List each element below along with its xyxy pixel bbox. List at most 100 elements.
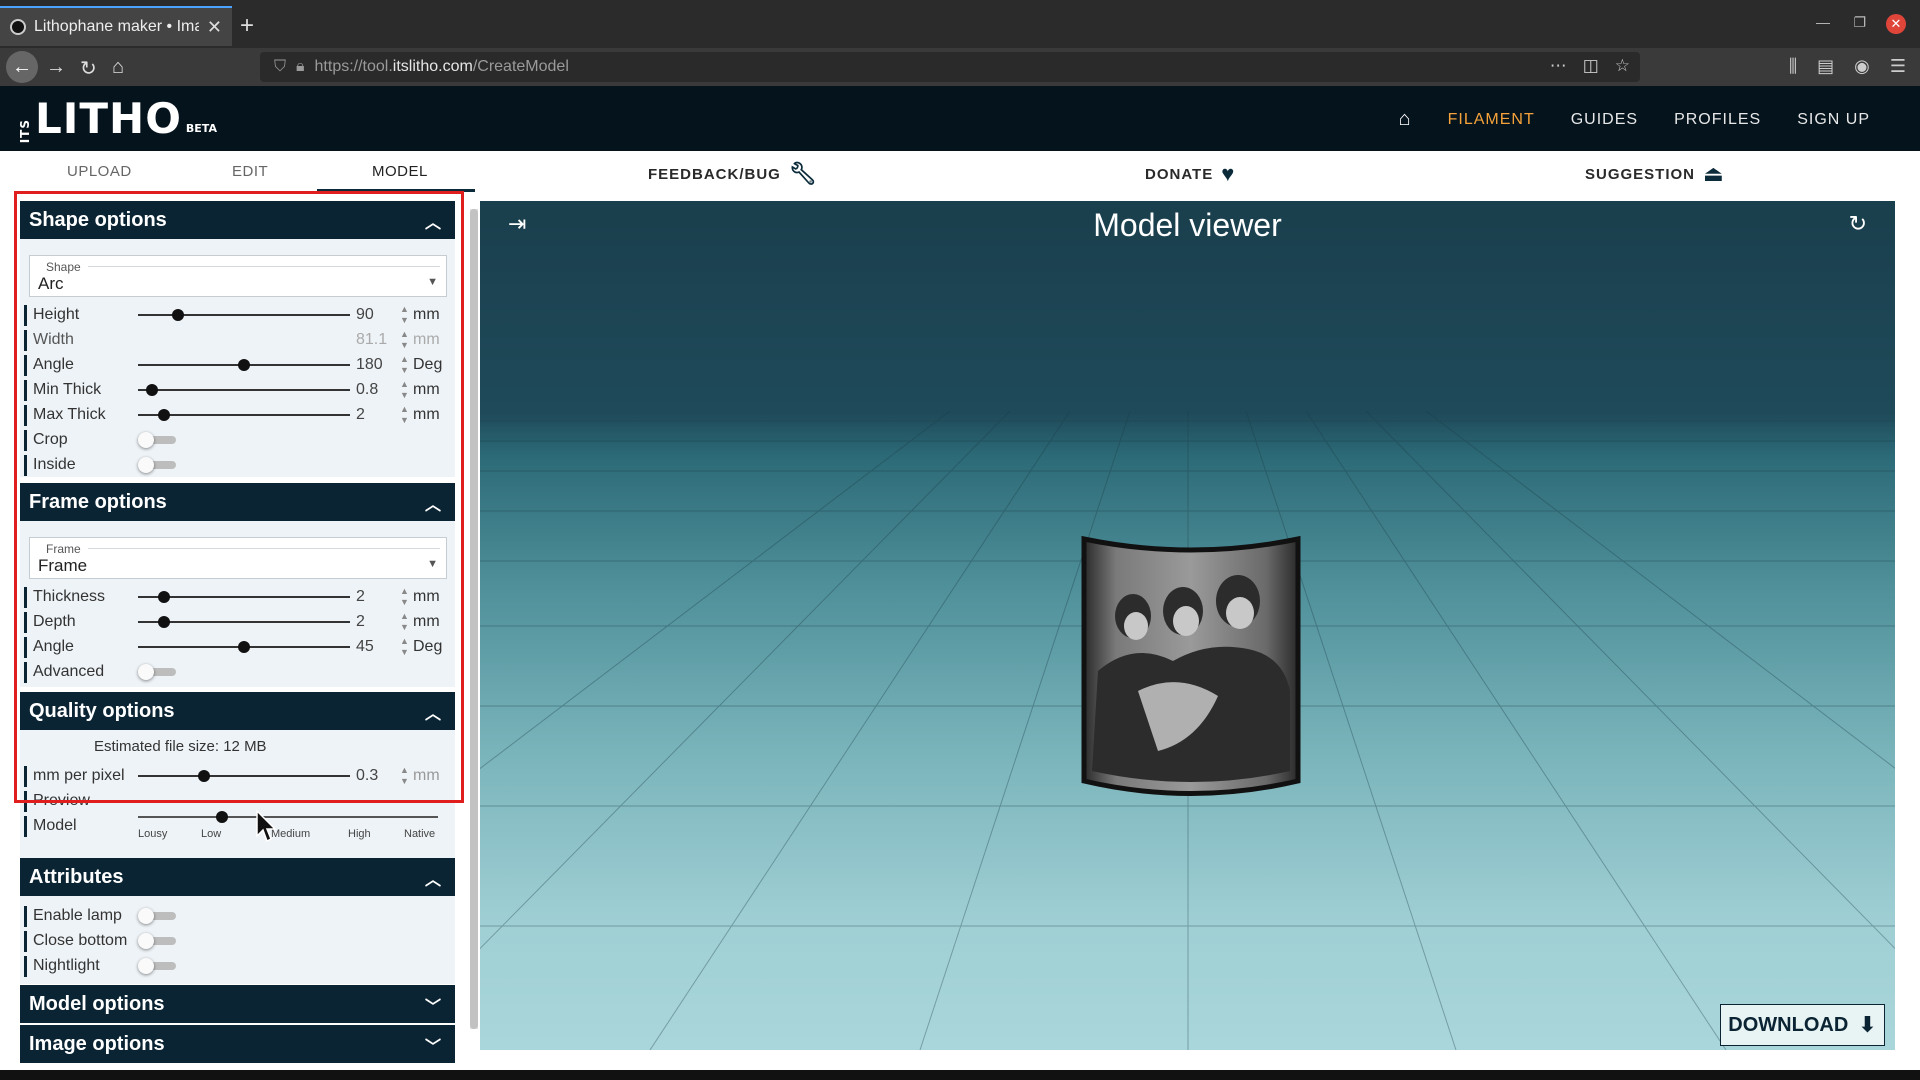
site-header: ITS LITHO BETA ⌂ FILAMENT GUIDES PROFILE… xyxy=(0,86,1920,151)
frame-thickness-spinner-icon[interactable]: ▲ ▼ xyxy=(400,586,409,608)
frame-depth-spinner-icon[interactable]: ▲ ▼ xyxy=(400,611,409,633)
home-icon[interactable]: ⌂ xyxy=(112,56,124,79)
estimated-file-size: Estimated file size: 12 MB xyxy=(94,738,267,755)
sidebar-scrollbar[interactable] xyxy=(470,209,478,1029)
bookmark-star-icon[interactable]: ☆ xyxy=(1615,56,1630,76)
frame-angle-slider[interactable] xyxy=(138,641,350,653)
quality-level-slider[interactable] xyxy=(138,811,438,823)
inside-toggle[interactable] xyxy=(138,457,178,473)
angle-input[interactable]: 180 xyxy=(356,356,383,374)
min-thick-slider[interactable] xyxy=(138,384,350,396)
sidebar-icon[interactable]: ▤ xyxy=(1817,56,1834,77)
nav-guides[interactable]: GUIDES xyxy=(1571,111,1638,129)
lithophane-model[interactable] xyxy=(1078,531,1304,806)
donate-button[interactable]: DONATE ♥ xyxy=(1145,161,1235,187)
new-tab-icon[interactable]: + xyxy=(240,12,254,40)
close-bottom-toggle[interactable] xyxy=(138,933,178,949)
min-thick-input[interactable]: 0.8 xyxy=(356,381,378,399)
enable-lamp-row: Enable lamp xyxy=(20,904,455,929)
shape-options-panel: Shape Arc ▼ Height 90 ▲ ▼ mm Width 81.1 ▲… xyxy=(20,239,455,477)
shape-select[interactable]: Shape Arc ▼ xyxy=(29,255,447,297)
nav-profiles[interactable]: PROFILES xyxy=(1674,111,1761,129)
frame-thickness-input[interactable]: 2 xyxy=(356,588,365,606)
image-options-header[interactable]: Image options ﹀ xyxy=(20,1025,455,1063)
min-thick-row: Min Thick 0.8 ▲ ▼ mm xyxy=(20,378,455,403)
tab-model[interactable]: MODEL xyxy=(372,163,428,180)
frame-depth-input[interactable]: 2 xyxy=(356,613,365,631)
url-bar[interactable]: ⛉ 🔒︎ https://tool.itslitho.com/CreateMod… xyxy=(260,52,1640,82)
browser-tab[interactable]: Lithophane maker • Image... ✕ xyxy=(0,6,232,46)
active-tab-indicator xyxy=(317,189,475,192)
account-icon[interactable]: ◉ xyxy=(1854,56,1870,77)
mm-per-pixel-spinner-icon[interactable]: ▲ ▼ xyxy=(400,765,409,787)
min-thick-slider-knob[interactable] xyxy=(146,384,158,396)
frame-angle-input[interactable]: 45 xyxy=(356,638,374,656)
max-thick-slider-knob[interactable] xyxy=(158,409,170,421)
max-thick-spinner-icon[interactable]: ▲ ▼ xyxy=(400,404,409,426)
advanced-toggle[interactable] xyxy=(138,664,178,680)
frame-angle-spinner-icon[interactable]: ▲ ▼ xyxy=(400,636,409,658)
nightlight-toggle[interactable] xyxy=(138,958,178,974)
tab-edit[interactable]: EDIT xyxy=(232,163,268,180)
nav-sign-up[interactable]: SIGN UP xyxy=(1797,111,1870,129)
restore-icon[interactable]: ❐ xyxy=(1853,14,1866,31)
frame-options-header[interactable]: Frame options ︿ xyxy=(20,483,455,521)
angle-slider-knob[interactable] xyxy=(238,359,250,371)
quality-level-high[interactable]: High xyxy=(348,828,371,840)
frame-depth-slider[interactable] xyxy=(138,616,350,628)
model-options-header[interactable]: Model options ﹀ xyxy=(20,985,455,1023)
frame-depth-slider-knob[interactable] xyxy=(158,616,170,628)
itslitho-logo[interactable]: ITS LITHO BETA xyxy=(18,94,217,143)
mm-per-pixel-slider-knob[interactable] xyxy=(198,770,210,782)
attributes-header[interactable]: Attributes ︿ xyxy=(20,858,455,896)
frame-angle-slider-knob[interactable] xyxy=(238,641,250,653)
suggestion-button[interactable]: SUGGESTION ⏏ xyxy=(1585,161,1725,187)
reload-icon[interactable]: ↻ xyxy=(80,56,97,81)
browser-tab-title: Lithophane maker • Image... xyxy=(34,18,199,35)
more-icon[interactable]: ⋯ xyxy=(1550,56,1567,76)
enable-lamp-toggle[interactable] xyxy=(138,908,178,924)
quality-options-header[interactable]: Quality options ︿ xyxy=(20,692,455,730)
menu-icon[interactable]: ☰ xyxy=(1890,56,1906,77)
quality-level-native[interactable]: Native xyxy=(404,828,435,840)
url-text: https://tool.itslitho.com/CreateModel xyxy=(314,58,569,75)
height-slider-knob[interactable] xyxy=(172,309,184,321)
forward-icon[interactable]: → xyxy=(46,56,66,79)
height-input[interactable]: 90 xyxy=(356,306,374,324)
nav-filament[interactable]: FILAMENT xyxy=(1448,111,1535,129)
download-icon: ⬇ xyxy=(1858,1012,1877,1037)
angle-slider[interactable] xyxy=(138,359,350,371)
quality-level-low[interactable]: Low xyxy=(201,828,221,840)
quality-level-lousy[interactable]: Lousy xyxy=(138,828,167,840)
feedback-bug-button[interactable]: FEEDBACK/BUG 🔧︎ xyxy=(648,161,818,187)
crop-toggle[interactable] xyxy=(138,432,178,448)
frame-thickness-row: Thickness 2 ▲ ▼ mm xyxy=(20,585,455,610)
mm-per-pixel-slider[interactable] xyxy=(138,770,350,782)
pocket-icon[interactable]: ◫ xyxy=(1583,56,1599,76)
frame-thickness-slider-knob[interactable] xyxy=(158,591,170,603)
frame-thickness-slider[interactable] xyxy=(138,591,350,603)
close-bottom-row: Close bottom xyxy=(20,929,455,954)
max-thick-input[interactable]: 2 xyxy=(356,406,365,424)
max-thick-slider[interactable] xyxy=(138,409,350,421)
min-thick-spinner-icon[interactable]: ▲ ▼ xyxy=(400,379,409,401)
back-icon[interactable]: ← xyxy=(6,51,38,83)
quality-level-slider-knob[interactable] xyxy=(216,811,228,823)
minimize-icon[interactable]: — xyxy=(1816,14,1830,30)
model-viewer[interactable]: ⇥ Model viewer ↻ DOWNLOAD ⬇ xyxy=(480,201,1895,1050)
quality-level-medium[interactable]: Medium xyxy=(271,828,310,840)
download-button[interactable]: DOWNLOAD ⬇ xyxy=(1720,1004,1885,1046)
angle-spinner-icon[interactable]: ▲ ▼ xyxy=(400,354,409,376)
window-close-icon[interactable]: ✕ xyxy=(1886,14,1906,34)
height-spinner-icon[interactable]: ▲ ▼ xyxy=(400,304,409,326)
mm-per-pixel-input[interactable]: 0.3 xyxy=(356,767,378,785)
site-home-icon[interactable]: ⌂ xyxy=(1399,108,1412,131)
tab-upload[interactable]: UPLOAD xyxy=(67,163,132,180)
library-icon[interactable]: ⫼ xyxy=(1789,56,1797,77)
close-tab-icon[interactable]: ✕ xyxy=(207,17,222,38)
reset-view-icon[interactable]: ↻ xyxy=(1849,211,1867,237)
shape-options-header[interactable]: Shape options ︿ xyxy=(20,201,455,239)
width-input: 81.1 xyxy=(356,331,388,348)
height-slider[interactable] xyxy=(138,309,350,321)
frame-select[interactable]: Frame Frame ▼ xyxy=(29,537,447,579)
